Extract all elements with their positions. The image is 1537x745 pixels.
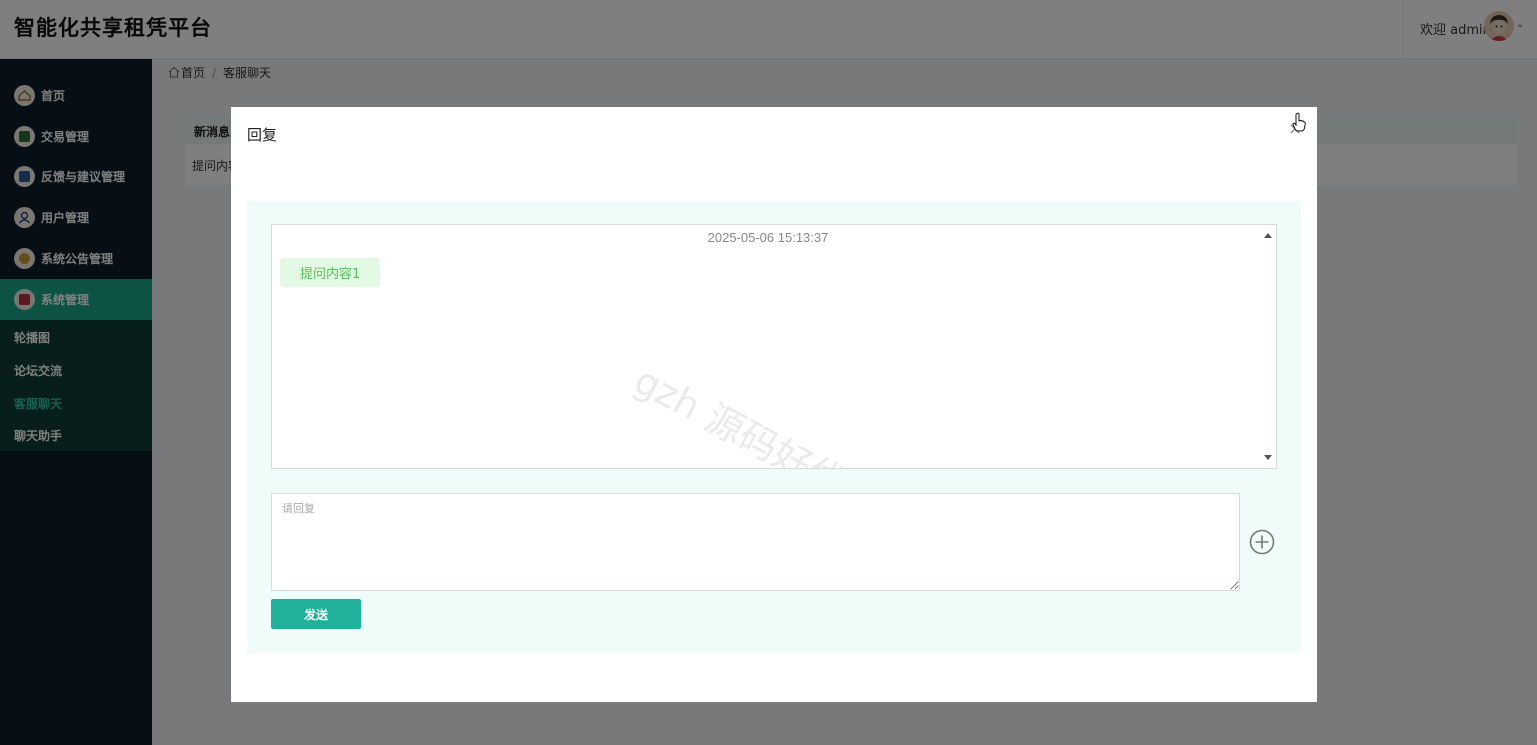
watermark: gzh 源码好优多 <box>627 357 887 469</box>
chat-panel: 2025-05-06 15:13:37 提问内容1 gzh 源码好优多 发送 <box>247 201 1301 653</box>
message-list[interactable]: 2025-05-06 15:13:37 提问内容1 gzh 源码好优多 <box>271 224 1277 469</box>
send-button[interactable]: 发送 <box>271 599 361 629</box>
scroll-up-arrow-icon[interactable] <box>1264 233 1272 238</box>
dialog-title: 回复 <box>247 126 278 144</box>
add-attachment-icon[interactable] <box>1249 529 1275 555</box>
message-bubble: 提问内容1 <box>280 258 381 287</box>
scroll-down-arrow-icon[interactable] <box>1264 455 1272 460</box>
hand-cursor-icon <box>1292 112 1306 132</box>
reply-dialog: 回复 × 2025-05-06 15:13:37 提问内容1 gzh 源码好优多… <box>231 107 1317 702</box>
reply-input[interactable] <box>271 493 1240 591</box>
message-timestamp: 2025-05-06 15:13:37 <box>707 230 829 245</box>
